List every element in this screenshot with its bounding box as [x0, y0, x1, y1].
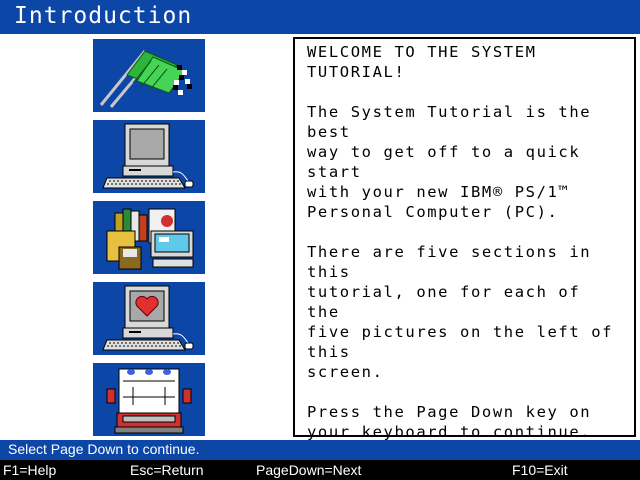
- checkered-flags-icon: [99, 50, 192, 108]
- section-tile-3[interactable]: [93, 201, 205, 274]
- exit-key[interactable]: F10=Exit: [512, 462, 568, 478]
- title-bar: Introduction: [0, 0, 640, 34]
- computer-icon: [102, 123, 194, 189]
- status-message: Select Page Down to continue.: [8, 441, 200, 457]
- welcome-heading: WELCOME TO THE SYSTEM TUTORIAL!: [307, 43, 537, 81]
- section-tile-5[interactable]: [93, 363, 205, 436]
- rolodex-icon: [106, 368, 192, 434]
- section-tile-4[interactable]: [93, 282, 205, 355]
- next-key[interactable]: PageDown=Next: [256, 462, 361, 478]
- continue-instruction: Press the Page Down key on your keyboard…: [307, 403, 592, 441]
- tutorial-text-panel: WELCOME TO THE SYSTEM TUTORIAL! The Syst…: [293, 37, 636, 441]
- computer-heart-icon: [102, 285, 194, 351]
- help-key[interactable]: F1=Help: [3, 462, 56, 478]
- section-tile-1[interactable]: [93, 39, 205, 112]
- function-key-bar: F1=Help Esc=Return PageDown=Next F10=Exi…: [0, 460, 640, 480]
- status-bar: Select Page Down to continue.: [0, 440, 640, 460]
- books-and-software-icon: [106, 208, 194, 270]
- return-key[interactable]: Esc=Return: [130, 462, 204, 478]
- page-title: Introduction: [14, 3, 193, 29]
- sections-paragraph: There are five sections in this tutorial…: [307, 243, 614, 381]
- intro-paragraph: The System Tutorial is the best way to g…: [307, 103, 592, 221]
- section-tile-2[interactable]: [93, 120, 205, 193]
